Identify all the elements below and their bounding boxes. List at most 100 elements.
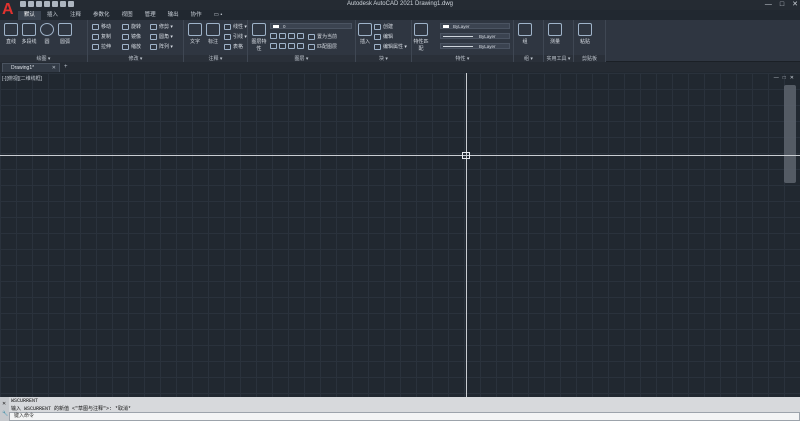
viewport-maximize-button[interactable]: □ bbox=[783, 75, 786, 81]
dimension-tool[interactable]: 标注 bbox=[204, 23, 222, 45]
close-tab-icon[interactable]: ✕ bbox=[52, 64, 56, 72]
dimension-label: 标注 bbox=[207, 39, 218, 45]
move-tool[interactable]: 移动 bbox=[92, 23, 111, 30]
tab-view[interactable]: 视图 bbox=[116, 11, 139, 20]
linetype-dropdown[interactable]: ByLayer bbox=[440, 33, 510, 39]
lineweight-preview bbox=[443, 46, 473, 47]
modify-panel: 移动 旋转 修剪 ▾ 复制 镜像 圆角 ▾ 拉伸 缩放 阵列 ▾ 修改 ▾ bbox=[88, 20, 184, 62]
layer-value: 0 bbox=[283, 24, 286, 29]
maximize-button[interactable]: □ bbox=[780, 0, 784, 9]
clipboard-panel: 粘贴 剪贴板 bbox=[574, 20, 606, 62]
block-panel-title[interactable]: 块 ▾ bbox=[356, 55, 411, 62]
properties-panel-title[interactable]: 特性 ▾ bbox=[412, 55, 513, 62]
linetype-preview bbox=[443, 36, 473, 37]
arc-tool[interactable]: 圆弧 bbox=[56, 23, 74, 45]
create-block-tool[interactable]: 创建 bbox=[374, 23, 393, 30]
fillet-icon bbox=[150, 33, 157, 40]
new-tab-button[interactable]: + bbox=[64, 64, 68, 70]
table-tool[interactable]: 表格 bbox=[224, 43, 243, 50]
layer-lock-icon[interactable] bbox=[297, 33, 304, 39]
copy-tool[interactable]: 复制 bbox=[92, 33, 111, 40]
trim-icon bbox=[150, 23, 157, 30]
close-command-line-icon[interactable]: ✕ bbox=[2, 401, 6, 407]
document-tab[interactable]: Drawing1* ✕ bbox=[2, 63, 60, 72]
array-tool[interactable]: 阵列 ▾ bbox=[150, 43, 173, 50]
scale-tool[interactable]: 缩放 bbox=[122, 43, 141, 50]
lineweight-dropdown[interactable]: ByLayer bbox=[440, 43, 510, 49]
match-layer-icon bbox=[308, 43, 315, 50]
clipboard-panel-title[interactable]: 剪贴板 bbox=[574, 55, 605, 62]
group-tool[interactable]: 组 bbox=[516, 23, 534, 45]
paste-icon bbox=[578, 23, 592, 36]
rotate-tool[interactable]: 旋转 bbox=[122, 23, 141, 30]
lineweight-value: ByLayer bbox=[479, 44, 496, 49]
edit-attributes-tool[interactable]: 编辑属性 ▾ bbox=[374, 43, 407, 50]
close-button[interactable]: ✕ bbox=[792, 0, 798, 9]
modify-panel-title[interactable]: 修改 ▾ bbox=[88, 55, 183, 62]
linear-tool[interactable]: 线性 ▾ bbox=[224, 23, 247, 30]
layer-off-icon[interactable] bbox=[270, 33, 277, 39]
measure-icon bbox=[548, 23, 562, 36]
mirror-label: 镜像 bbox=[131, 34, 142, 40]
navigation-bar[interactable] bbox=[784, 85, 796, 183]
line-icon bbox=[4, 23, 18, 36]
groups-panel-title[interactable]: 组 ▾ bbox=[514, 55, 543, 62]
trim-tool[interactable]: 修剪 ▾ bbox=[150, 23, 173, 30]
viewport-controls-label[interactable]: [-][俯视][二维线框] bbox=[2, 75, 42, 82]
match-layer-tool[interactable]: 匹配图层 bbox=[308, 43, 337, 50]
crosshair-vertical bbox=[466, 73, 467, 397]
paste-tool[interactable]: 粘贴 bbox=[576, 23, 594, 45]
color-dropdown[interactable]: ByLayer bbox=[440, 23, 510, 29]
copy-label: 复制 bbox=[101, 34, 112, 40]
viewport-window-controls: — □ ✕ bbox=[774, 75, 794, 81]
insert-block-tool[interactable]: 插入 bbox=[356, 23, 374, 45]
layer-isolate-icon[interactable] bbox=[279, 33, 286, 39]
tab-insert[interactable]: 插入 bbox=[41, 11, 64, 20]
command-input[interactable]: 键入命令 bbox=[9, 412, 800, 421]
line-tool[interactable]: 直线 bbox=[2, 23, 20, 45]
layers-panel-title[interactable]: 图层 ▾ bbox=[248, 55, 355, 62]
edit-attributes-icon bbox=[374, 43, 381, 50]
stretch-icon bbox=[92, 43, 99, 50]
text-tool[interactable]: 文字 bbox=[186, 23, 204, 45]
tab-featured[interactable]: ▭ • bbox=[208, 11, 229, 20]
drawing-canvas[interactable]: [-][俯视][二维线框] — □ ✕ bbox=[0, 73, 800, 397]
tab-output[interactable]: 输出 bbox=[162, 11, 185, 20]
layer-properties-tool[interactable]: 图层特性 bbox=[250, 23, 268, 52]
viewport-minimize-button[interactable]: — bbox=[774, 75, 779, 81]
edit-block-tool[interactable]: 编辑 bbox=[374, 33, 393, 40]
mirror-tool[interactable]: 镜像 bbox=[122, 33, 141, 40]
crosshair-horizontal bbox=[0, 155, 800, 156]
tab-parametric[interactable]: 参数化 bbox=[87, 11, 116, 20]
measure-tool[interactable]: 测量 bbox=[546, 23, 564, 45]
layer-unlock-icon[interactable] bbox=[297, 43, 304, 49]
polyline-tool[interactable]: 多段线 bbox=[20, 23, 38, 45]
tab-annotate[interactable]: 注释 bbox=[64, 11, 87, 20]
command-history-line-1: WSCURRENT bbox=[11, 398, 39, 404]
fillet-tool[interactable]: 圆角 ▾ bbox=[150, 33, 173, 40]
layer-merge-icon[interactable] bbox=[279, 43, 286, 49]
draw-panel-title[interactable]: 绘图 ▾ bbox=[0, 55, 87, 62]
circle-tool[interactable]: 圆 bbox=[38, 23, 56, 45]
layer-properties-label: 图层特性 bbox=[251, 39, 267, 52]
tab-manage[interactable]: 管理 bbox=[139, 11, 162, 20]
circle-label: 圆 bbox=[44, 39, 50, 45]
table-label: 表格 bbox=[233, 44, 244, 50]
layer-freeze-icon[interactable] bbox=[288, 33, 295, 39]
minimize-button[interactable]: — bbox=[765, 0, 772, 9]
viewport-close-button[interactable]: ✕ bbox=[790, 75, 794, 81]
match-properties-label: 特性匹配 bbox=[413, 39, 429, 52]
set-current-tool[interactable]: 置为当前 bbox=[308, 33, 337, 40]
layer-dropdown[interactable]: 0 bbox=[270, 23, 352, 29]
tab-home[interactable]: 默认 bbox=[18, 11, 42, 20]
create-block-label: 创建 bbox=[383, 24, 394, 30]
customize-icon[interactable]: 🔧 bbox=[2, 411, 8, 417]
layer-walk-icon[interactable] bbox=[270, 43, 277, 49]
annotation-panel-title[interactable]: 注释 ▾ bbox=[184, 55, 247, 62]
tab-collaborate[interactable]: 协作 bbox=[185, 11, 208, 20]
stretch-tool[interactable]: 拉伸 bbox=[92, 43, 111, 50]
utilities-panel-title[interactable]: 实用工具 ▾ bbox=[544, 55, 573, 62]
layer-delete-icon[interactable] bbox=[288, 43, 295, 49]
match-properties-tool[interactable]: 特性匹配 bbox=[412, 23, 430, 52]
leader-tool[interactable]: 引线 ▾ bbox=[224, 33, 247, 40]
